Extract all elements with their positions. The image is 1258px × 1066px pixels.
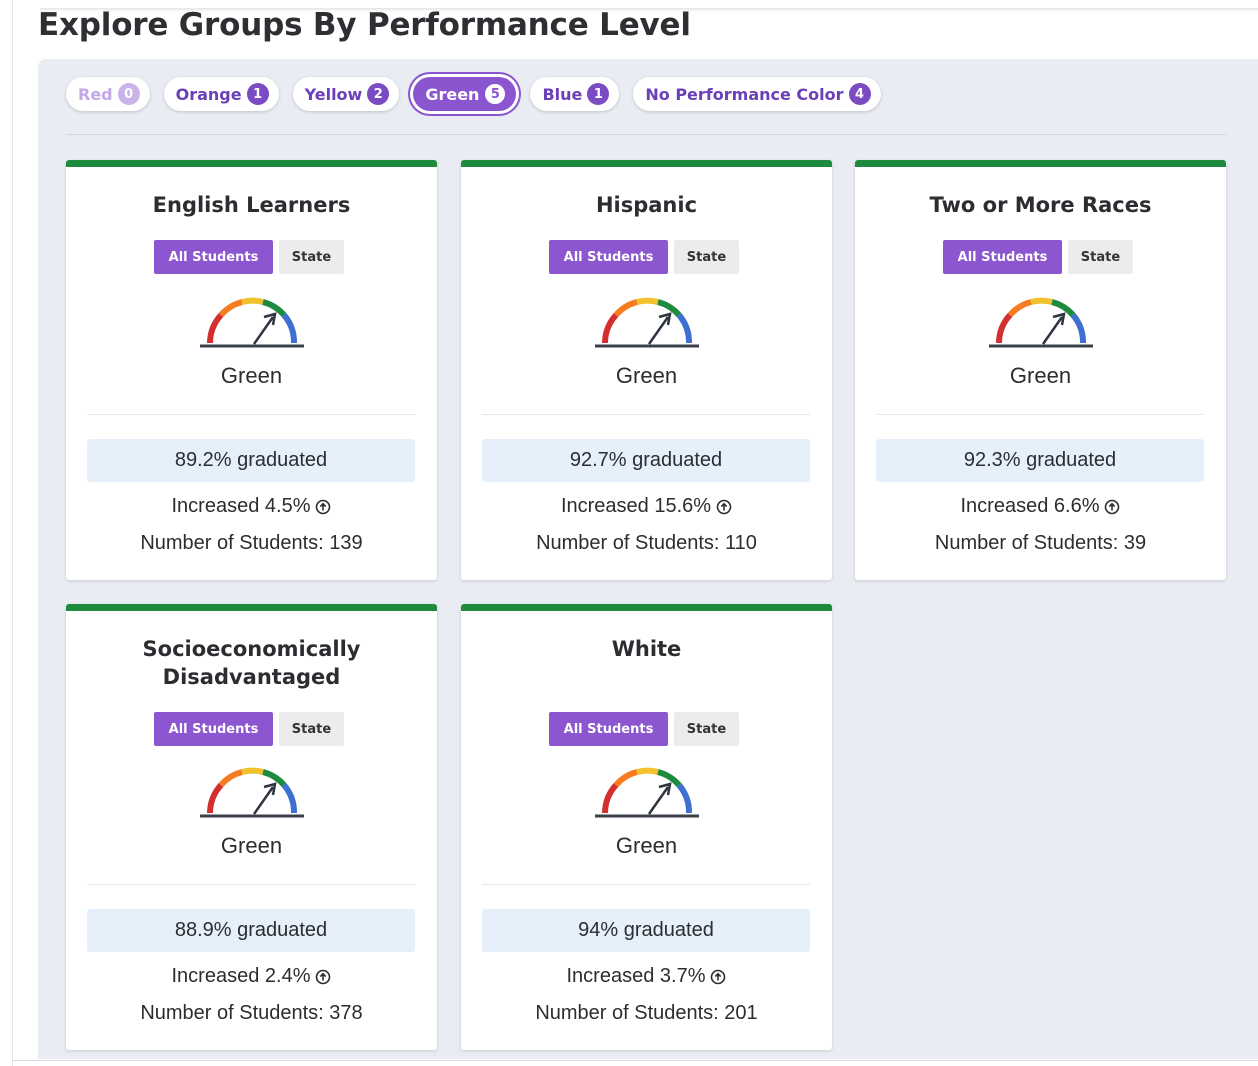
filter-count-badge: 5 [484, 83, 507, 105]
change-indicator: Increased 4.5% [66, 495, 437, 518]
change-text: Increased 6.6% [960, 495, 1100, 517]
circle-arrow-up-icon [316, 499, 331, 514]
card-divider [482, 884, 810, 885]
filter-label: Yellow [304, 84, 363, 104]
page-title: Explore Groups By Performance Level [38, 7, 691, 43]
group-card-hispanic: Hispanic All Students State Green 92.7% … [461, 160, 832, 580]
filter-orange[interactable]: Orange 1 [163, 77, 279, 111]
filter-label: Red [78, 84, 113, 104]
card-title: White [611, 637, 682, 661]
filter-count-badge: 1 [587, 83, 610, 105]
card-title: English Learners [152, 193, 351, 217]
filter-yellow[interactable]: Yellow 2 [292, 77, 400, 111]
all-students-button[interactable]: All Students [549, 712, 668, 746]
change-indicator: Increased 15.6% [461, 495, 832, 518]
graduation-rate: 92.7% graduated [482, 439, 810, 482]
all-students-button[interactable]: All Students [154, 712, 273, 746]
student-count: Number of Students: 139 [140, 532, 363, 554]
filter-no-performance-color[interactable]: No Performance Color 4 [633, 77, 881, 111]
circle-arrow-up-icon [716, 499, 732, 514]
filter-green[interactable]: Green 5 [413, 77, 517, 111]
card-title: Socioeconomically Disadvantaged [142, 637, 361, 689]
circle-arrow-up-icon [711, 969, 726, 984]
group-card-white: White All Students State Green 94% gradu… [461, 604, 832, 1050]
change-text: Increased 4.5% [171, 495, 311, 517]
left-border [12, 0, 13, 1066]
state-button[interactable]: State [279, 712, 344, 746]
circle-arrow-up-icon [1105, 499, 1120, 514]
student-count: Number of Students: 39 [934, 532, 1147, 554]
change-indicator: Increased 6.6% [855, 495, 1226, 518]
filter-label: No Performance Color [645, 84, 844, 104]
bottom-border [12, 1060, 1258, 1061]
filter-blue[interactable]: Blue 1 [530, 77, 620, 111]
performance-gauge-icon [989, 297, 1093, 348]
group-card-two-or-more-races: Two or More Races All Students State Gre… [855, 160, 1226, 580]
comparison-toggle: All Students State [549, 712, 739, 746]
groups-panel: Red 0 Orange 1 Yellow 2 Green 5 Blue 1 N… [38, 59, 1258, 1059]
comparison-toggle: All Students State [549, 240, 739, 274]
all-students-button[interactable]: All Students [154, 240, 273, 274]
card-title: Hispanic [595, 193, 698, 217]
comparison-toggle: All Students State [943, 240, 1133, 274]
performance-level: Green [220, 833, 283, 858]
filter-count-badge: 4 [848, 83, 871, 105]
state-button[interactable]: State [674, 240, 739, 274]
filter-count-badge: 1 [246, 83, 269, 105]
change-text: Increased 2.4% [171, 965, 311, 987]
graduation-rate: 89.2% graduated [87, 439, 415, 482]
performance-gauge-icon [595, 297, 699, 348]
filter-divider [66, 134, 1226, 135]
comparison-toggle: All Students State [154, 240, 344, 274]
graduation-rate: 88.9% graduated [87, 909, 415, 952]
performance-gauge-icon [595, 767, 699, 818]
card-divider [482, 414, 810, 415]
performance-gauge-icon [200, 767, 304, 818]
group-card-english-learners: English Learners All Students State Gree… [66, 160, 437, 580]
state-button[interactable]: State [1068, 240, 1133, 274]
card-divider [87, 414, 415, 415]
all-students-button[interactable]: All Students [943, 240, 1062, 274]
performance-level: Green [615, 363, 678, 388]
circle-arrow-up-icon [316, 969, 331, 984]
graduation-rate: 92.3% graduated [876, 439, 1204, 482]
group-card-socioeconomically-disadvantaged: Socioeconomically Disadvantaged All Stud… [66, 604, 437, 1050]
state-button[interactable]: State [279, 240, 344, 274]
student-count: Number of Students: 110 [536, 532, 757, 554]
filter-label: Orange [175, 84, 242, 104]
change-indicator: Increased 2.4% [66, 965, 437, 988]
card-title: Two or More Races [929, 193, 1152, 217]
change-indicator: Increased 3.7% [461, 965, 832, 988]
performance-level: Green [615, 833, 678, 858]
filter-label: Blue [542, 84, 583, 104]
filter-label: Green [425, 84, 480, 104]
performance-filter-bar: Red 0 Orange 1 Yellow 2 Green 5 Blue 1 N… [66, 77, 881, 111]
card-divider [876, 414, 1204, 415]
change-text: Increased 15.6% [560, 495, 712, 517]
student-count: Number of Students: 201 [535, 1002, 758, 1024]
student-count: Number of Students: 378 [140, 1002, 363, 1024]
all-students-button[interactable]: All Students [549, 240, 668, 274]
performance-level: Green [220, 363, 283, 388]
filter-count-badge: 2 [367, 83, 390, 105]
performance-level: Green [1009, 363, 1072, 388]
state-button[interactable]: State [674, 712, 739, 746]
graduation-rate: 94% graduated [482, 909, 810, 952]
performance-gauge-icon [200, 297, 304, 348]
filter-count-badge: 0 [117, 83, 140, 105]
filter-red[interactable]: Red 0 [66, 77, 150, 111]
change-text: Increased 3.7% [566, 965, 706, 987]
comparison-toggle: All Students State [154, 712, 344, 746]
card-divider [87, 884, 415, 885]
